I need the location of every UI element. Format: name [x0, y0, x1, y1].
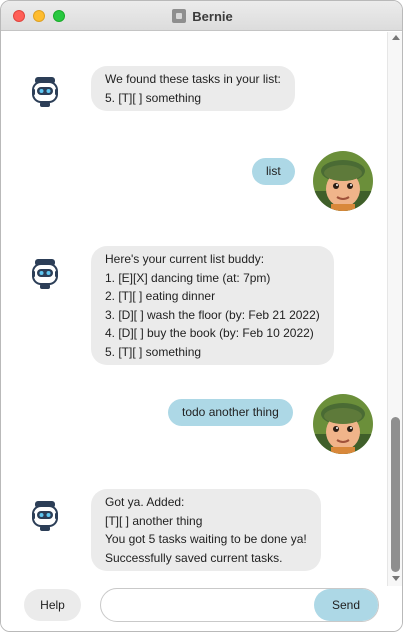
help-button[interactable]: Help [24, 589, 81, 621]
message-input[interactable] [115, 596, 310, 616]
scroll-up-arrow-icon[interactable] [392, 35, 400, 40]
user-avatar [313, 151, 373, 211]
bot-avatar-icon [31, 75, 59, 109]
user-message-bubble: list [252, 158, 295, 185]
user-avatar [313, 394, 373, 454]
user-message-bubble: todo another thing [168, 399, 293, 426]
window-title: Bernie [192, 8, 233, 24]
window-title-group: Bernie [1, 1, 402, 31]
bot-avatar-icon [31, 499, 59, 533]
scroll-thumb[interactable] [391, 417, 400, 572]
bot-avatar-icon [31, 257, 59, 291]
bot-message-bubble: Here's your current list buddy: 1. [E][X… [91, 246, 334, 365]
bot-message-bubble: Got ya. Added: [T][ ] another thing You … [91, 489, 321, 571]
app-icon [172, 9, 187, 23]
message-input-container: Send [100, 588, 379, 622]
chat-area[interactable]: We found these tasks in your list: 5. [T… [1, 32, 387, 586]
bot-message-bubble: We found these tasks in your list: 5. [T… [91, 66, 295, 111]
send-button[interactable]: Send [314, 589, 378, 621]
app-window: Bernie We found these tasks in your list… [0, 0, 403, 632]
input-bar: Help Send [1, 586, 402, 631]
chat-scrollbar[interactable] [387, 32, 402, 586]
scroll-down-arrow-icon[interactable] [392, 576, 400, 581]
title-bar: Bernie [1, 1, 402, 31]
